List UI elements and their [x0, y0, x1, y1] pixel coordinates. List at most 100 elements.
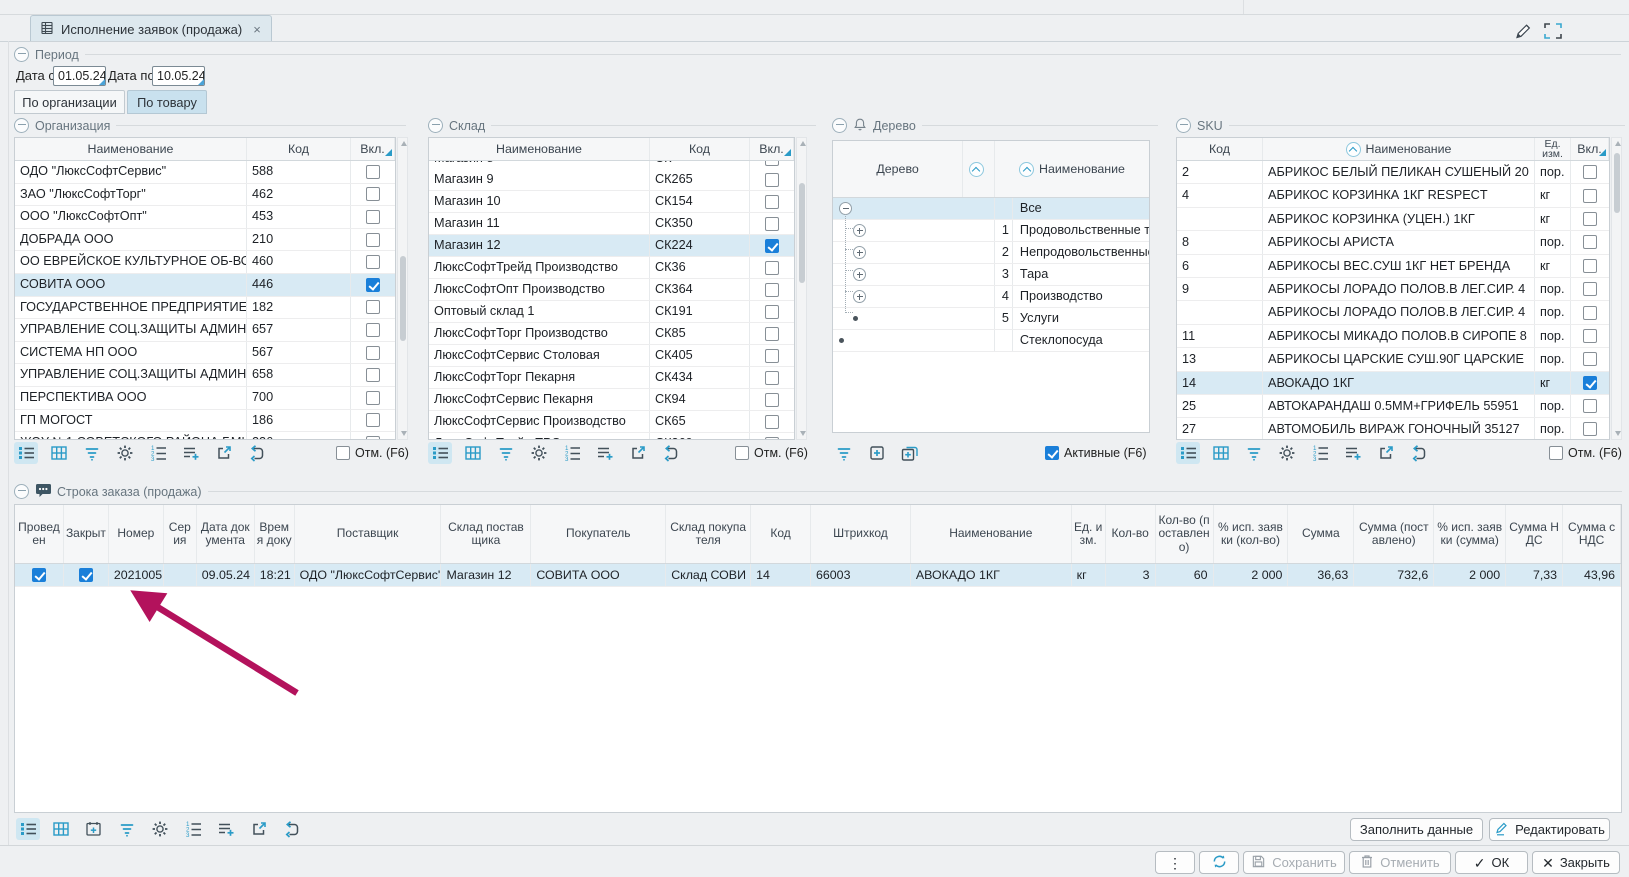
table-row[interactable]: АБРИКОСЫ ЛОРАДО ПОЛОВ.В ЛЕГ.СИР. 4пор. [1177, 301, 1609, 324]
date-to-input[interactable]: 10.05.24 [152, 66, 205, 86]
organization-table[interactable]: НаименованиеКодВкл.ОДО "ЛюксСофтСервис"5… [14, 137, 396, 440]
tab-order-fulfillment[interactable]: Исполнение заявок (продажа) × [30, 15, 272, 42]
table-row[interactable]: ЛюксСофтСервис ПроизводствоСК65 [429, 411, 794, 433]
add-node-icon[interactable] [865, 442, 889, 464]
warehouse-table[interactable]: НаименованиеКодВкл.Магазин 8СКМагазин 9С… [428, 137, 795, 440]
add-nodes-icon[interactable] [898, 442, 922, 464]
row-include-checkbox[interactable] [366, 323, 380, 337]
row-include-checkbox[interactable] [366, 346, 380, 360]
table-row[interactable]: ЛюксСофтТрейд ТРССК369 [429, 433, 794, 440]
view-grid-icon[interactable] [1209, 442, 1233, 464]
add-row-icon[interactable] [214, 818, 238, 840]
table-header[interactable]: НаименованиеКодВкл. [429, 138, 794, 161]
table-row[interactable]: ГП МОГОСТ186 [15, 410, 395, 433]
table-row[interactable]: ОО ЕВРЕЙСКОЕ КУЛЬТУРНОЕ ОБ-ВО ЭМУ460 [15, 251, 395, 274]
filter-icon[interactable] [494, 442, 518, 464]
active-checkbox[interactable] [1045, 446, 1059, 460]
tab-by-organization[interactable]: По организации [14, 90, 125, 114]
row-include-checkbox[interactable] [765, 371, 779, 385]
row-include-checkbox[interactable] [765, 173, 779, 187]
cancel-button[interactable]: Отменить [1349, 851, 1451, 874]
order-row[interactable]: 202100509.05.2418:21ОДО "ЛюксСофтСервис"… [15, 564, 1621, 587]
row-include-checkbox[interactable] [765, 393, 779, 407]
table-row[interactable]: 4АБРИКОС КОРЗИНКА 1КГ RESPECTкг [1177, 184, 1609, 207]
ok-button[interactable]: ✓ ОК [1455, 851, 1528, 874]
open-external-icon[interactable] [247, 818, 271, 840]
maximize-icon[interactable] [1543, 22, 1563, 43]
expand-node-icon[interactable] [853, 290, 866, 303]
row-include-checkbox[interactable] [1583, 189, 1597, 203]
add-row-icon[interactable] [179, 442, 203, 464]
collapse-icon[interactable] [832, 118, 847, 133]
table-row[interactable]: ЗАО "ЛюксСофтТорг"462 [15, 184, 395, 207]
row-include-checkbox[interactable] [366, 391, 380, 405]
row-include-checkbox[interactable] [1583, 329, 1597, 343]
row-include-checkbox[interactable] [1583, 422, 1597, 436]
view-grid-icon[interactable] [461, 442, 485, 464]
numbered-list-icon[interactable]: 123 [181, 818, 205, 840]
tree-row[interactable]: Все [833, 198, 1149, 220]
scrollbar-thumb[interactable] [799, 183, 805, 283]
row-include-checkbox[interactable] [1583, 259, 1597, 273]
sort-asc-icon[interactable] [1346, 142, 1361, 157]
row-include-checkbox[interactable] [366, 278, 380, 292]
row-include-checkbox[interactable] [765, 327, 779, 341]
sort-asc-icon[interactable] [1019, 162, 1034, 177]
row-include-checkbox[interactable] [366, 413, 380, 427]
filter-icon[interactable] [832, 442, 856, 464]
organization-scrollbar[interactable] [397, 137, 408, 440]
table-row[interactable]: ЛюксСофтТорг ПроизводствоСК85 [429, 323, 794, 345]
table-row[interactable]: СИСТЕМА НП ООО567 [15, 342, 395, 365]
collapse-icon[interactable] [14, 484, 29, 499]
collapse-icon[interactable] [428, 118, 443, 133]
table-row[interactable]: 6АБРИКОСЫ ВЕС.СУШ 1КГ НЕТ БРЕНДАкг [1177, 255, 1609, 278]
table-row[interactable]: 9АБРИКОСЫ ЛОРАДО ПОЛОВ.В ЛЕГ.СИР. 4пор. [1177, 278, 1609, 301]
warehouse-scrollbar[interactable] [796, 137, 807, 440]
row-include-checkbox[interactable] [366, 165, 380, 179]
row-include-checkbox[interactable] [765, 305, 779, 319]
row-include-checkbox[interactable] [1583, 212, 1597, 226]
order-lines-table[interactable]: ПроведенЗакрытНомерСерияДата документаВр… [14, 504, 1622, 813]
tree-table[interactable]: Дерево Наименование Все 1 Продовольствен… [832, 140, 1150, 433]
expand-node-icon[interactable] [853, 246, 866, 259]
sku-otm-filter[interactable]: Отм. (F6) [1549, 441, 1622, 465]
row-include-checkbox[interactable] [765, 415, 779, 429]
add-row-icon[interactable] [593, 442, 617, 464]
table-row[interactable]: Магазин 9СК265 [429, 169, 794, 191]
view-list-icon[interactable] [14, 442, 38, 464]
edit-button[interactable]: Редактировать [1489, 818, 1610, 841]
calendar-add-icon[interactable] [82, 818, 106, 840]
view-grid-icon[interactable] [49, 818, 73, 840]
settings-icon[interactable] [1275, 442, 1299, 464]
row-include-checkbox[interactable] [1583, 352, 1597, 366]
view-grid-icon[interactable] [47, 442, 71, 464]
row-include-checkbox[interactable] [765, 217, 779, 231]
row-include-checkbox[interactable] [1583, 399, 1597, 413]
numbered-list-icon[interactable]: 123 [560, 442, 584, 464]
reload-icon[interactable] [1407, 442, 1431, 464]
open-external-icon[interactable] [626, 442, 650, 464]
table-row[interactable]: Магазин 12СК224 [429, 235, 794, 257]
settings-icon[interactable] [113, 442, 137, 464]
row-include-checkbox[interactable] [366, 255, 380, 269]
table-row[interactable]: ЛюксСофтОпт ПроизводствоСК364 [429, 279, 794, 301]
table-row[interactable]: Магазин 8СК [429, 161, 794, 169]
numbered-list-icon[interactable]: 123 [146, 442, 170, 464]
view-list-icon[interactable] [16, 818, 40, 840]
view-list-icon[interactable] [428, 442, 452, 464]
table-row[interactable]: 14АВОКАДО 1КГкг [1177, 372, 1609, 395]
warehouse-otm-filter[interactable]: Отм. (F6) [735, 441, 808, 465]
scrollbar-thumb[interactable] [400, 256, 406, 341]
view-list-icon[interactable] [1176, 442, 1200, 464]
tree-row[interactable]: 2 Непродовольственные товары [833, 242, 1149, 264]
reload-icon[interactable] [280, 818, 304, 840]
table-row[interactable]: СОВИТА ООО446 [15, 274, 395, 297]
table-row[interactable]: ЛюксСофтТрейд ПроизводствоСК36 [429, 257, 794, 279]
row-include-checkbox[interactable] [1583, 306, 1597, 320]
row-include-checkbox[interactable] [366, 368, 380, 382]
table-row[interactable]: УПРАВЛЕНИЕ СОЦ.ЗАЩИТЫ АДМИНИСТ657 [15, 319, 395, 342]
settings-icon[interactable] [148, 818, 172, 840]
otm-checkbox[interactable] [1549, 446, 1563, 460]
table-row[interactable]: ЛюксСофтТорг ПекарняСК434 [429, 367, 794, 389]
table-header[interactable]: Дерево Наименование [833, 141, 1149, 198]
